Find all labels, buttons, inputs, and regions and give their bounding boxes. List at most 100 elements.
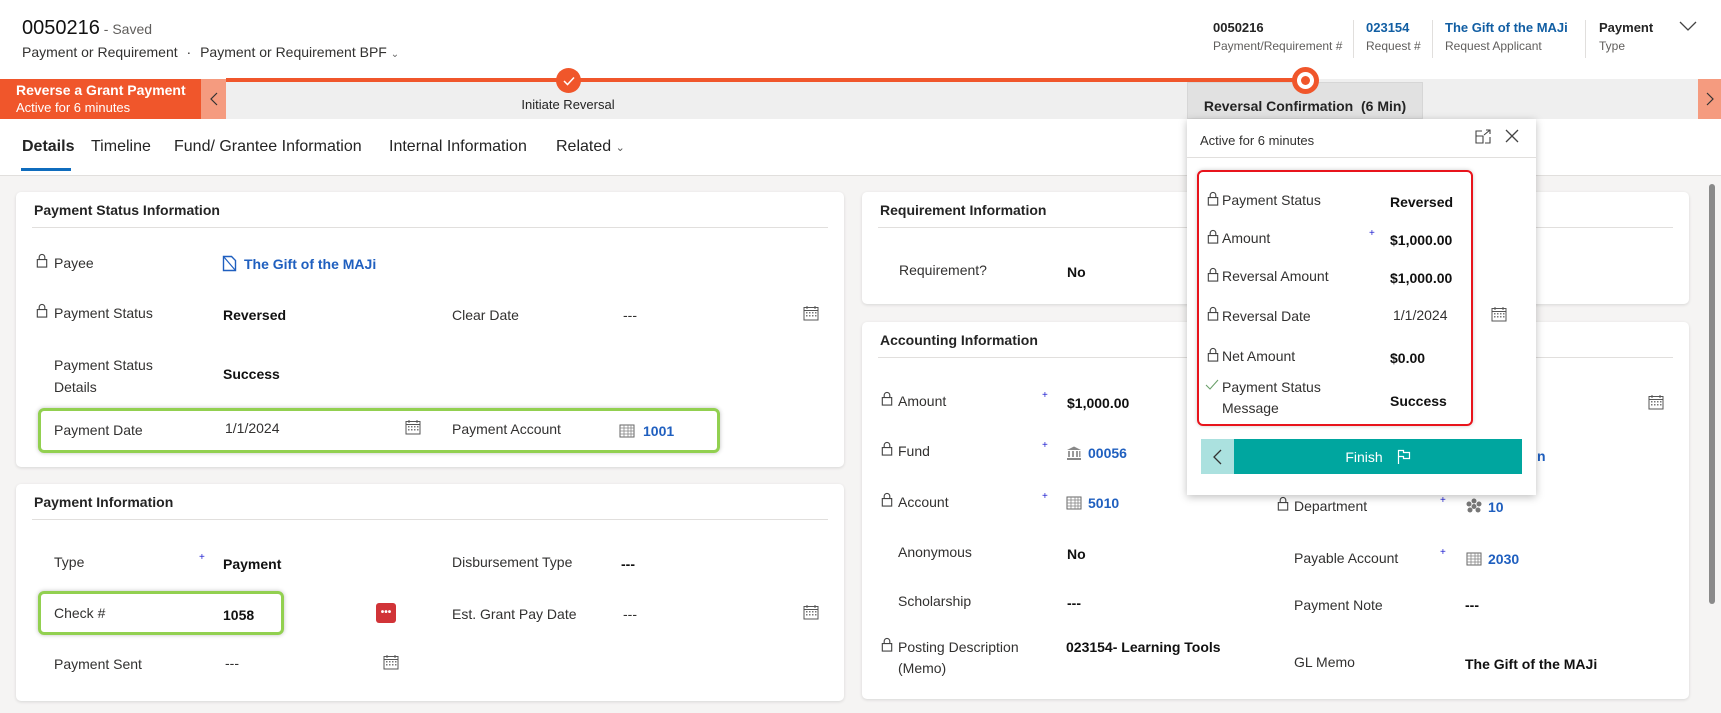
lock-icon bbox=[1207, 306, 1219, 321]
check-number-input[interactable]: 1058 bbox=[223, 607, 254, 623]
finish-label: Finish bbox=[1345, 448, 1383, 465]
field-label: Payment/Requirement # bbox=[1213, 39, 1343, 53]
payment-note-value[interactable]: --- bbox=[1465, 597, 1479, 613]
chevron-right-icon bbox=[1706, 92, 1714, 106]
lock-icon bbox=[881, 441, 893, 456]
scrollbar-thumb[interactable] bbox=[1709, 184, 1715, 604]
account-link[interactable]: 5010 bbox=[1088, 495, 1119, 511]
payment-sent-input[interactable]: --- bbox=[225, 655, 239, 671]
fund-label: Fund bbox=[898, 443, 930, 459]
bpf-process-flag[interactable]: Reverse a Grant Payment Active for 6 min… bbox=[0, 79, 201, 119]
payment-account-link[interactable]: 1001 bbox=[643, 423, 674, 439]
flyout-net-amount-label: Net Amount bbox=[1222, 348, 1296, 364]
account-grid-icon bbox=[1066, 495, 1082, 511]
flyout-reversal-amount-label: Reversal Amount bbox=[1222, 268, 1329, 284]
lock-icon bbox=[881, 637, 893, 652]
header-field-applicant: The Gift of the MAJi Request Applicant bbox=[1445, 20, 1568, 53]
close-icon[interactable] bbox=[1505, 129, 1519, 143]
lock-icon bbox=[36, 253, 48, 268]
calendar-icon[interactable] bbox=[405, 419, 421, 435]
flyout-back-button[interactable] bbox=[1201, 439, 1234, 474]
calendar-icon[interactable] bbox=[1491, 306, 1507, 322]
stage-1-label[interactable]: Initiate Reversal bbox=[518, 97, 618, 112]
stage-1-completed[interactable] bbox=[556, 68, 581, 93]
request-link[interactable]: 023154 bbox=[1366, 20, 1421, 35]
checkmark-icon bbox=[1205, 379, 1219, 390]
clear-date-label: Clear Date bbox=[452, 307, 519, 323]
flyout-amount-label: Amount bbox=[1222, 230, 1271, 246]
payment-status-label: Payment Status bbox=[54, 305, 153, 321]
header-expand-button[interactable] bbox=[1679, 20, 1697, 32]
tab-timeline[interactable]: Timeline bbox=[91, 138, 151, 156]
stage-2-active[interactable] bbox=[1292, 67, 1319, 94]
section-title: Requirement Information bbox=[880, 202, 1047, 218]
gl-memo-value[interactable]: The Gift of the MAJi bbox=[1465, 656, 1597, 672]
department-label: Department bbox=[1294, 498, 1368, 514]
applicant-link[interactable]: The Gift of the MAJi bbox=[1445, 20, 1568, 35]
payment-date-input[interactable]: 1/1/2024 bbox=[225, 420, 280, 436]
process-duration: Active for 6 minutes bbox=[16, 100, 131, 115]
chevron-down-icon: ⌄ bbox=[615, 142, 625, 154]
required-indicator: + bbox=[199, 552, 205, 563]
payable-account-label: Payable Account bbox=[1294, 550, 1399, 566]
tab-fund-grantee[interactable]: Fund/ Grantee Information bbox=[174, 138, 362, 156]
active-dot bbox=[1301, 76, 1310, 85]
lock-icon bbox=[1207, 267, 1219, 282]
label-line: (Memo) bbox=[898, 660, 947, 676]
bpf-next-button[interactable] bbox=[1698, 79, 1721, 119]
flyout-reversal-date-label: Reversal Date bbox=[1222, 308, 1311, 324]
dock-flyout-icon[interactable] bbox=[1475, 129, 1491, 144]
payable-account-link[interactable]: 2030 bbox=[1488, 551, 1519, 567]
anonymous-value[interactable]: No bbox=[1067, 546, 1086, 562]
account-grid-icon bbox=[619, 423, 635, 439]
form-selector[interactable]: Payment or Requirement BPF ⌄ bbox=[200, 44, 399, 60]
est-grant-pay-date-label: Est. Grant Pay Date bbox=[452, 606, 577, 622]
requirement-value[interactable]: No bbox=[1067, 264, 1086, 280]
finish-button[interactable]: Finish bbox=[1234, 439, 1522, 474]
tab-details[interactable]: Details bbox=[22, 138, 74, 156]
amount-label: Amount bbox=[898, 393, 947, 409]
calendar-icon[interactable] bbox=[383, 654, 399, 670]
fund-link[interactable]: 00056 bbox=[1088, 445, 1127, 461]
department-icon bbox=[1466, 498, 1482, 513]
breadcrumb: Payment or Requirement · Payment or Requ… bbox=[22, 44, 399, 60]
est-grant-pay-date-input[interactable]: --- bbox=[623, 606, 637, 622]
bpf-prev-button[interactable] bbox=[201, 79, 226, 119]
check-number-label: Check # bbox=[54, 605, 106, 621]
calendar-icon[interactable] bbox=[1648, 394, 1664, 410]
stage-2-label[interactable]: Reversal Confirmation (6 Min) bbox=[1187, 98, 1423, 114]
payee-link[interactable]: The Gift of the MAJi bbox=[244, 256, 376, 272]
type-value[interactable]: Payment bbox=[223, 556, 281, 572]
flyout-net-amount-value: $0.00 bbox=[1390, 350, 1426, 366]
section-title: Accounting Information bbox=[880, 332, 1038, 348]
flyout-status-message-value: Success bbox=[1390, 393, 1447, 409]
chevron-left-icon bbox=[209, 92, 217, 106]
header-field-record-number: 0050216 Payment/Requirement # bbox=[1213, 20, 1342, 53]
clear-date-input[interactable]: --- bbox=[623, 307, 637, 323]
tab-selected-indicator bbox=[21, 168, 71, 171]
partially-hidden-link[interactable]: n bbox=[1537, 448, 1546, 464]
flyout-payment-status-value: Reversed bbox=[1390, 194, 1454, 210]
tab-internal-information[interactable]: Internal Information bbox=[389, 138, 527, 156]
gl-memo-label: GL Memo bbox=[1294, 654, 1355, 670]
label-line: Posting Description bbox=[898, 639, 1019, 655]
stage-flyout: Active for 6 minutes Payment Status Reve… bbox=[1187, 119, 1536, 495]
label-line: Details bbox=[54, 379, 97, 395]
field-label: Request # bbox=[1366, 39, 1421, 53]
form-name: Payment or Requirement BPF bbox=[200, 44, 387, 60]
anonymous-label: Anonymous bbox=[898, 544, 972, 560]
department-link[interactable]: 10 bbox=[1488, 499, 1504, 515]
flyout-amount-value: $1,000.00 bbox=[1390, 232, 1453, 248]
header-field-request: 023154 Request # bbox=[1366, 20, 1421, 53]
tab-related[interactable]: Related ⌄ bbox=[556, 138, 625, 156]
more-options-icon[interactable]: ••• bbox=[376, 603, 396, 623]
required-indicator: + bbox=[1042, 491, 1048, 502]
chevron-left-icon bbox=[1213, 449, 1222, 464]
type-label: Type bbox=[54, 554, 85, 570]
calendar-icon[interactable] bbox=[803, 604, 819, 620]
disbursement-type-value[interactable]: --- bbox=[621, 556, 635, 572]
calendar-icon[interactable] bbox=[803, 305, 819, 321]
divider bbox=[32, 519, 828, 520]
scholarship-value[interactable]: --- bbox=[1067, 595, 1081, 611]
section-title: Payment Status Information bbox=[34, 202, 220, 218]
